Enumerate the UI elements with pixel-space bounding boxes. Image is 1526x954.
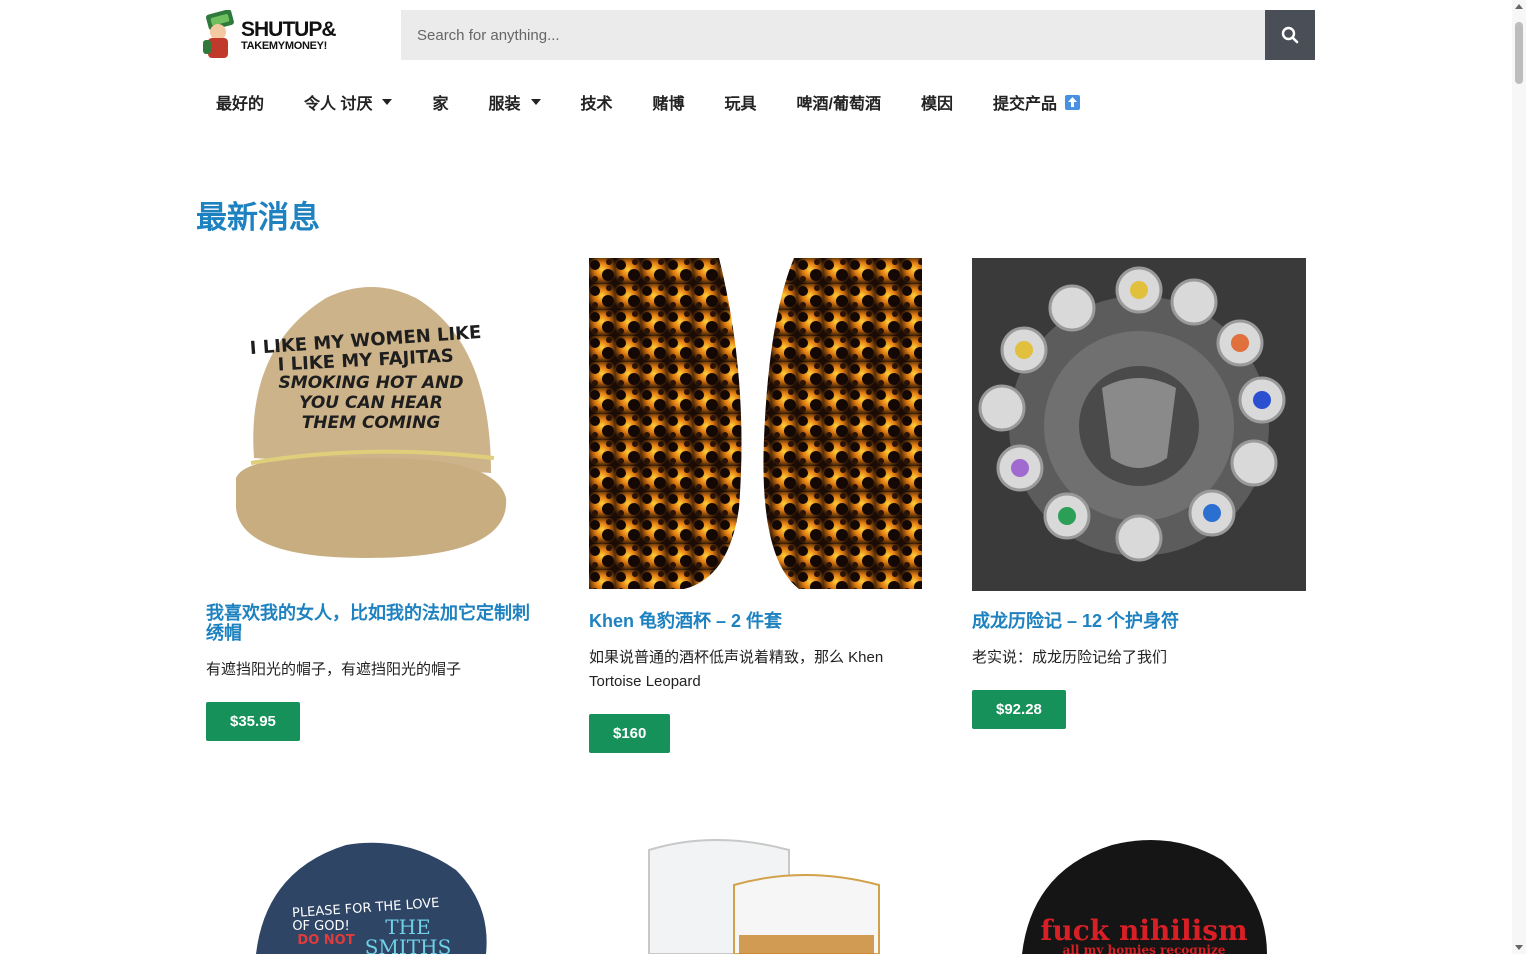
nav-item-memes[interactable]: 模因 xyxy=(901,90,973,114)
cap-text-line-5: SMITHS xyxy=(365,935,452,954)
nav-label: 技术 xyxy=(580,96,613,113)
logo-text-secondary: TAKEMYMONEY! xyxy=(241,39,328,52)
nav-label: 赌博 xyxy=(652,96,685,113)
nav-item-gambling[interactable]: 赌博 xyxy=(633,90,705,114)
cap-text-line-2: all my homies recognize xyxy=(1063,943,1226,954)
chevron-down-icon xyxy=(382,99,393,105)
scrollbar-thumb[interactable] xyxy=(1515,22,1523,84)
nav-item-best[interactable]: 最好的 xyxy=(196,90,284,114)
site-logo[interactable]: SHUTUP& TAKEMYMONEY! xyxy=(199,8,344,62)
nav-label: 玩具 xyxy=(724,96,757,113)
price-button[interactable]: $35.95 xyxy=(206,701,300,741)
nav-item-tech[interactable]: 技术 xyxy=(561,90,633,114)
chevron-down-icon xyxy=(530,99,541,105)
nav-label: 令人 讨厌 xyxy=(304,96,373,113)
price-button[interactable]: $92.28 xyxy=(972,689,1066,729)
price-button[interactable]: $160 xyxy=(589,713,671,753)
search-button[interactable] xyxy=(1265,10,1315,60)
nav-label: 服装 xyxy=(488,96,521,113)
scroll-up-icon[interactable] xyxy=(1515,4,1523,9)
main-nav: 最好的 令人 讨厌 家 服装 技术 赌博 玩具 啤酒/葡萄酒 模因 提交产品 xyxy=(196,82,1100,122)
scroll-down-icon[interactable] xyxy=(1515,945,1523,950)
nav-label: 模因 xyxy=(921,96,954,113)
whiskey-glasses-image[interactable] xyxy=(589,830,922,954)
product-title[interactable]: 成龙历险记 – 12 个护身符 xyxy=(972,611,1302,632)
search-bar xyxy=(401,10,1315,60)
nav-label: 最好的 xyxy=(216,96,265,113)
nav-item-apparel[interactable]: 服装 xyxy=(468,90,560,114)
nav-item-beer-wine[interactable]: 啤酒/葡萄酒 xyxy=(777,90,901,114)
nav-item-submit-product[interactable]: 提交产品 xyxy=(973,90,1100,114)
search-icon xyxy=(1281,26,1299,44)
product-description: 如果说普通的酒杯低声说着精致，那么 Khen Tortoise Leopard xyxy=(589,648,884,690)
cap-text-line-2: OF GOD! xyxy=(292,919,349,934)
logo-mascot-icon xyxy=(199,9,239,60)
up-arrow-icon xyxy=(1065,94,1081,110)
product-title[interactable]: 我喜欢我的女人，比如我的法加它定制刺绣帽 xyxy=(206,603,536,644)
navy-cap-image[interactable]: PLEASE FOR THE LOVE OF GOD! DO NOT THE S… xyxy=(206,830,536,954)
nav-label: 家 xyxy=(432,96,449,113)
nav-label: 啤酒/葡萄酒 xyxy=(796,96,881,113)
product-description: 有遮挡阳光的帽子，有遮挡阳光的帽子 xyxy=(206,660,462,678)
nav-item-toys[interactable]: 玩具 xyxy=(705,90,777,114)
black-cap-image[interactable]: fuck nihilism all my homies recognize xyxy=(972,830,1306,954)
page-scrollbar[interactable] xyxy=(1512,0,1526,954)
product-description: 老实说：成龙历险记给了我们 xyxy=(972,648,1168,666)
product-title[interactable]: Khen 龟豹酒杯 – 2 件套 xyxy=(589,611,919,632)
product-card: fuck nihilism all my homies recognize xyxy=(972,830,1312,954)
jackie-chan-talismans-image[interactable] xyxy=(972,258,1306,591)
product-card: PLEASE FOR THE LOVE OF GOD! DO NOT THE S… xyxy=(206,830,546,954)
section-title: 最新消息 xyxy=(196,200,320,235)
nav-item-home[interactable]: 家 xyxy=(412,90,468,114)
product-card: I LIKE MY WOMEN LIKE I LIKE MY FAJITAS S… xyxy=(206,258,546,741)
product-card xyxy=(589,830,929,954)
nav-label: 提交产品 xyxy=(993,96,1058,113)
logo-text-primary: SHUTUP& xyxy=(241,17,337,41)
cap-text-line-3: DO NOT xyxy=(297,933,354,948)
cap-text-line-5: THEM COMING xyxy=(302,413,441,433)
tortoise-wine-glasses-image[interactable] xyxy=(589,258,922,589)
khaki-cap-image[interactable]: I LIKE MY WOMEN LIKE I LIKE MY FAJITAS S… xyxy=(206,258,526,578)
product-card: Khen 龟豹酒杯 – 2 件套 如果说普通的酒杯低声说着精致，那么 Khen … xyxy=(589,258,929,753)
nav-item-annoying[interactable]: 令人 讨厌 xyxy=(284,90,412,114)
product-card: 成龙历险记 – 12 个护身符 老实说：成龙历险记给了我们 $92.28 xyxy=(972,258,1312,729)
search-input[interactable] xyxy=(401,10,1265,60)
cap-text-line-3: SMOKING HOT AND xyxy=(279,373,464,393)
cap-text-line-4: YOU CAN HEAR xyxy=(299,393,443,413)
